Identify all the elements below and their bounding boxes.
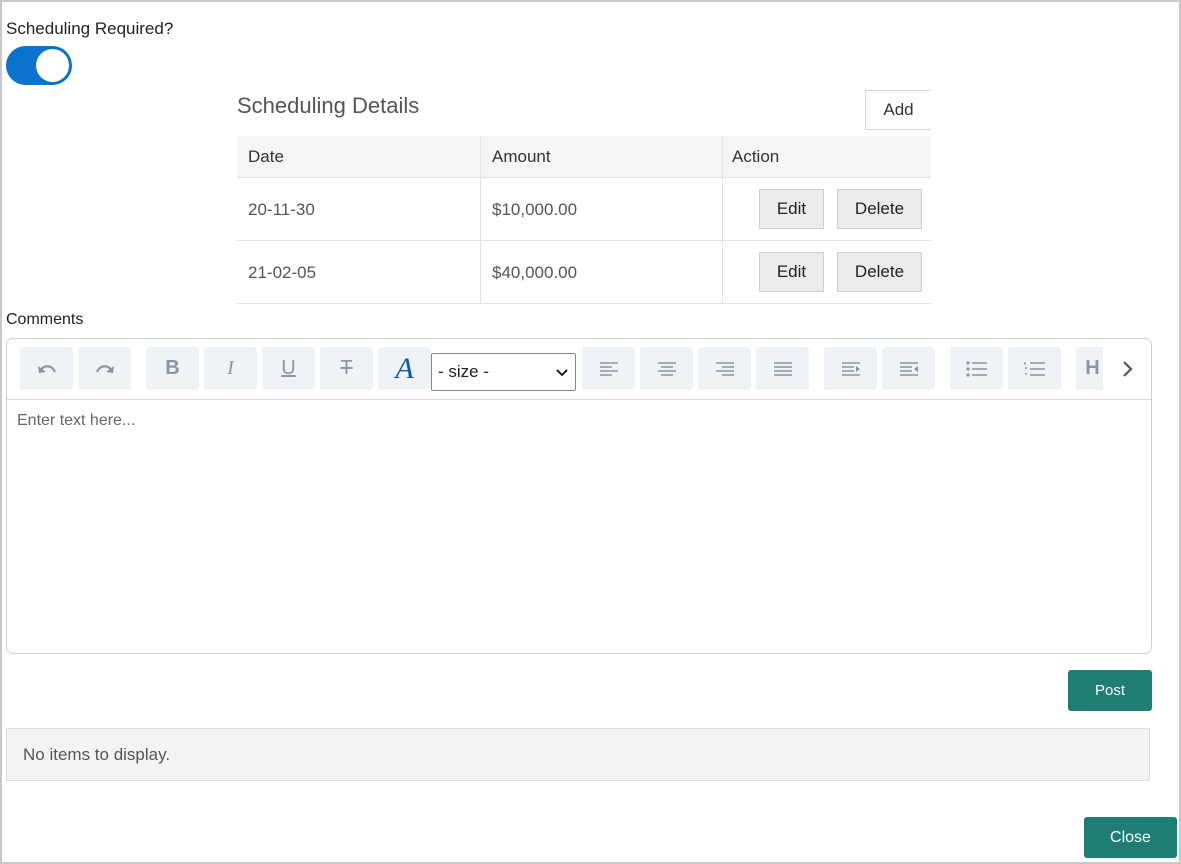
numbered-list-icon[interactable] bbox=[1008, 347, 1061, 390]
font-size-select[interactable]: - size - bbox=[431, 353, 576, 391]
underline-icon[interactable]: U bbox=[262, 347, 315, 390]
undo-icon[interactable] bbox=[20, 347, 73, 390]
comments-text-area[interactable]: Enter text here... bbox=[7, 400, 1151, 653]
comments-list-empty: No items to display. bbox=[6, 728, 1150, 781]
column-header-action: Action bbox=[732, 146, 780, 166]
strikethrough-icon[interactable]: T bbox=[320, 347, 373, 390]
redo-icon[interactable] bbox=[78, 347, 131, 390]
italic-icon[interactable]: I bbox=[204, 347, 257, 390]
font-size-value: - size - bbox=[438, 362, 489, 381]
scheduling-required-label: Scheduling Required? bbox=[6, 19, 174, 38]
row-amount: $40,000.00 bbox=[481, 241, 723, 303]
editor-toolbar: B I U T A - size - H bbox=[7, 339, 1151, 400]
outdent-icon[interactable] bbox=[882, 347, 935, 390]
align-center-icon[interactable] bbox=[640, 347, 693, 390]
bullet-list-icon[interactable] bbox=[950, 347, 1003, 390]
column-header-date: Date bbox=[237, 136, 481, 177]
comments-label: Comments bbox=[6, 311, 84, 328]
delete-button[interactable]: Delete bbox=[837, 252, 922, 292]
row-date: 20-11-30 bbox=[237, 178, 481, 240]
edit-button[interactable]: Edit bbox=[759, 189, 824, 229]
scheduling-details-title: Scheduling Details bbox=[237, 93, 420, 118]
indent-icon[interactable] bbox=[824, 347, 877, 390]
scheduling-table: Date Amount Action 20-11-30 $10,000.00 E… bbox=[237, 136, 931, 304]
scheduling-required-toggle[interactable] bbox=[6, 46, 72, 85]
delete-button[interactable]: Delete bbox=[837, 189, 922, 229]
font-color-icon[interactable]: A bbox=[378, 347, 431, 390]
table-row: 21-02-05 $40,000.00 Edit Delete bbox=[237, 241, 931, 304]
edit-button[interactable]: Edit bbox=[759, 252, 824, 292]
row-actions: Edit Delete bbox=[723, 241, 931, 303]
column-header-amount: Amount bbox=[481, 136, 723, 177]
row-amount: $10,000.00 bbox=[481, 178, 723, 240]
close-button[interactable]: Close bbox=[1084, 817, 1177, 858]
bold-icon[interactable]: B bbox=[146, 347, 199, 390]
align-justify-icon[interactable] bbox=[756, 347, 809, 390]
chevron-right-icon[interactable] bbox=[1103, 339, 1151, 399]
add-schedule-button[interactable]: Add bbox=[865, 90, 931, 130]
editor-placeholder: Enter text here... bbox=[17, 412, 136, 429]
table-header-row: Date Amount Action bbox=[237, 136, 931, 178]
chevron-down-icon bbox=[556, 369, 568, 377]
table-row: 20-11-30 $10,000.00 Edit Delete bbox=[237, 178, 931, 241]
align-right-icon[interactable] bbox=[698, 347, 751, 390]
empty-message: No items to display. bbox=[23, 744, 171, 764]
row-date: 21-02-05 bbox=[237, 241, 481, 303]
row-actions: Edit Delete bbox=[723, 178, 931, 240]
toggle-knob bbox=[36, 49, 69, 82]
align-left-icon[interactable] bbox=[582, 347, 635, 390]
comments-editor: B I U T A - size - H Enter text here... bbox=[6, 338, 1152, 654]
post-button[interactable]: Post bbox=[1068, 670, 1152, 711]
